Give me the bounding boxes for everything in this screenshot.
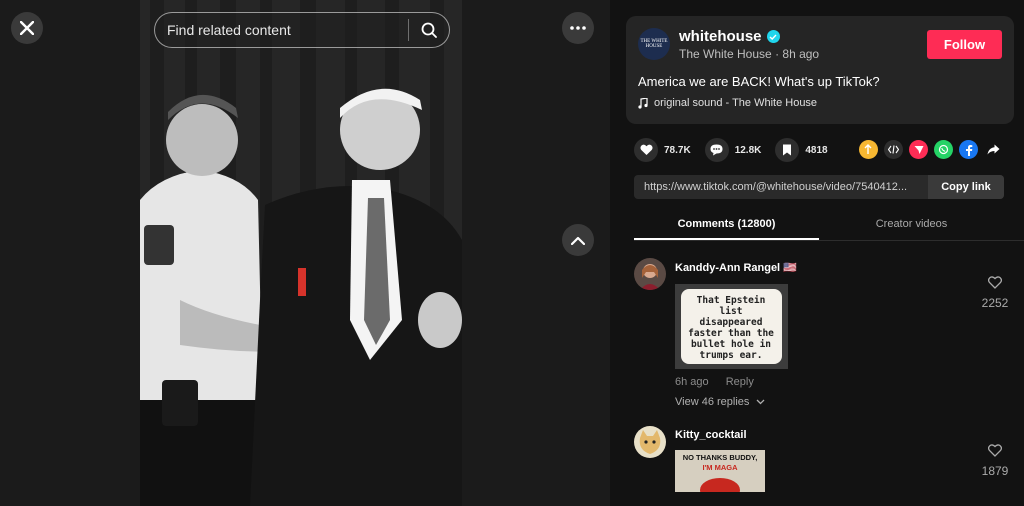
save-button[interactable]: 4818 bbox=[775, 138, 828, 162]
svg-text:NO THANKS BUDDY,: NO THANKS BUDDY, bbox=[683, 453, 758, 462]
previous-video-button[interactable] bbox=[562, 224, 594, 256]
svg-text:That Epstein: That Epstein bbox=[697, 295, 766, 306]
heart-outline-icon bbox=[987, 276, 1003, 289]
tiktok-video-viewer: THE WHITE HOUSE whitehouse The White Hou… bbox=[0, 0, 1024, 506]
comment-image[interactable]: That Epstein list disappeared faster tha… bbox=[675, 284, 788, 369]
comment-like-button[interactable]: 1879 bbox=[980, 444, 1010, 478]
more-horizontal-icon bbox=[570, 26, 586, 30]
svg-text:list: list bbox=[720, 306, 743, 317]
video-player[interactable] bbox=[140, 0, 462, 506]
like-button[interactable]: 78.7K bbox=[634, 138, 691, 162]
comment-image-text-bottom: I'M MAGA bbox=[702, 463, 738, 472]
comment-meta: 6h ago Reply bbox=[675, 376, 754, 388]
search-button[interactable] bbox=[409, 13, 449, 47]
svg-text:trumps ear.: trumps ear. bbox=[700, 350, 763, 361]
whatsapp-icon[interactable] bbox=[934, 140, 953, 159]
comment-like-count: 2252 bbox=[981, 296, 1009, 310]
svg-text:disappeared: disappeared bbox=[700, 317, 763, 328]
sound-link[interactable]: original sound - The White House bbox=[638, 97, 817, 109]
panel-tabs: Comments (12800) Creator videos bbox=[634, 212, 1024, 241]
sound-name: original sound - The White House bbox=[654, 97, 818, 109]
chevron-up-icon bbox=[571, 236, 585, 245]
bookmark-icon bbox=[775, 138, 800, 162]
post-time: 8h ago bbox=[782, 47, 820, 61]
commenter-name[interactable]: Kitty_cocktail bbox=[675, 429, 747, 441]
creator-avatar[interactable]: THE WHITE HOUSE bbox=[638, 28, 670, 60]
creator-nickname: The White House bbox=[679, 47, 772, 61]
view-replies-button[interactable]: View 46 replies bbox=[675, 396, 765, 408]
commenter-name[interactable]: Kanddy-Ann Rangel 🇺🇸 bbox=[675, 261, 797, 274]
facebook-icon[interactable] bbox=[959, 140, 978, 159]
repost-icon[interactable] bbox=[859, 140, 878, 159]
search-bar bbox=[154, 12, 450, 48]
music-note-icon bbox=[638, 97, 648, 109]
svg-text:I'M MAGA: I'M MAGA bbox=[702, 463, 738, 472]
post-caption: America we are BACK! What's up TikTok? bbox=[638, 74, 880, 89]
chevron-down-icon bbox=[757, 399, 765, 405]
heart-outline-icon bbox=[987, 444, 1003, 457]
share-arrow-icon[interactable] bbox=[984, 140, 1003, 159]
video-url[interactable]: https://www.tiktok.com/@whitehouse/video… bbox=[634, 181, 928, 193]
commenter-avatar[interactable] bbox=[634, 426, 666, 458]
close-icon bbox=[20, 21, 34, 35]
heart-icon bbox=[634, 138, 658, 162]
send-icon[interactable] bbox=[909, 140, 928, 159]
verified-badge-icon bbox=[766, 30, 780, 43]
comment-like-count: 1879 bbox=[981, 464, 1009, 478]
reply-button[interactable]: Reply bbox=[726, 376, 754, 388]
creator-subtitle: The White House · 8h ago bbox=[679, 47, 819, 61]
follow-button[interactable]: Follow bbox=[927, 30, 1002, 59]
close-button[interactable] bbox=[11, 12, 43, 44]
post-info-card: THE WHITE HOUSE whitehouse The White Hou… bbox=[626, 16, 1014, 124]
video-stage bbox=[0, 0, 610, 506]
view-replies-label: View 46 replies bbox=[675, 396, 750, 408]
comment-item: Kanddy-Ann Rangel 🇺🇸 That Epstein list d… bbox=[634, 258, 1024, 418]
more-options-button[interactable] bbox=[562, 12, 594, 44]
search-input[interactable] bbox=[155, 13, 408, 47]
svg-text:faster than the: faster than the bbox=[688, 328, 774, 339]
comment-count: 12.8K bbox=[734, 144, 762, 156]
share-options bbox=[859, 140, 1003, 159]
commenter-avatar[interactable] bbox=[634, 258, 666, 290]
comment-time: 6h ago bbox=[675, 376, 709, 388]
comment-item: Kitty_cocktail NO THANKS BUDDY, I'M MAGA… bbox=[634, 426, 1024, 506]
action-bar: 78.7K 12.8K 4818 bbox=[634, 138, 842, 162]
svg-text:bullet hole in: bullet hole in bbox=[691, 339, 771, 350]
like-count: 78.7K bbox=[664, 144, 691, 156]
tab-creator-videos[interactable]: Creator videos bbox=[819, 212, 1004, 240]
copy-link-button[interactable]: Copy link bbox=[928, 175, 1004, 199]
details-panel: THE WHITE HOUSE whitehouse The White Hou… bbox=[610, 0, 1024, 506]
comment-bubble-icon bbox=[704, 138, 729, 162]
avatar-text: THE WHITE HOUSE bbox=[640, 39, 668, 49]
video-link-box: https://www.tiktok.com/@whitehouse/video… bbox=[634, 175, 1004, 199]
comment-image-text-top: NO THANKS BUDDY, bbox=[683, 453, 758, 462]
comment-image[interactable]: NO THANKS BUDDY, I'M MAGA bbox=[675, 450, 765, 492]
save-count: 4818 bbox=[805, 144, 828, 156]
creator-username[interactable]: whitehouse bbox=[679, 28, 762, 45]
tab-comments[interactable]: Comments (12800) bbox=[634, 212, 819, 240]
video-frame-image bbox=[140, 0, 462, 506]
embed-icon[interactable] bbox=[884, 140, 903, 159]
username-row: whitehouse bbox=[679, 28, 780, 45]
comment-like-button[interactable]: 2252 bbox=[980, 276, 1010, 310]
search-icon bbox=[421, 22, 437, 38]
comment-button[interactable]: 12.8K bbox=[704, 138, 762, 162]
